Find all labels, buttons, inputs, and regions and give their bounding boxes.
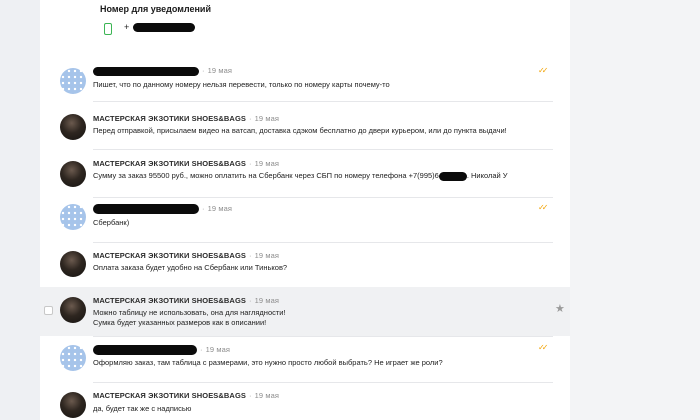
message-header: · 19 мая	[93, 204, 233, 215]
message-date: 19 мая	[254, 391, 280, 400]
message-item[interactable]: · 19 мая Оформляю заказ, там таблица с ра…	[40, 339, 570, 383]
message-header: МАСТЕРСКАЯ ЭКЗОТИКИ SHOES&BAGS · 19 мая	[93, 296, 280, 305]
select-checkbox[interactable]	[44, 306, 53, 315]
message-item[interactable]: МАСТЕРСКАЯ ЭКЗОТИКИ SHOES&BAGS · 19 мая Пе…	[40, 106, 570, 150]
sender-name: МАСТЕРСКАЯ ЭКЗОТИКИ SHOES&BAGS	[93, 296, 246, 305]
message-text: да, будет так же с надписью	[93, 404, 192, 413]
phone-prefix: +	[124, 22, 130, 32]
redacted-sender-name	[93, 345, 197, 356]
star-icon[interactable]: ★	[555, 302, 565, 315]
message-date: 19 мая	[207, 204, 233, 213]
message-header: · 19 мая	[93, 66, 232, 76]
redacted-phone	[132, 23, 195, 33]
notification-phone: +	[124, 22, 195, 33]
message-header: · 19 мая	[93, 345, 231, 356]
message-item[interactable]: МАСТЕРСКАЯ ЭКЗОТИКИ SHOES&BAGS · 19 мая Оп…	[40, 245, 570, 287]
message-divider	[93, 197, 553, 198]
message-date: 19 мая	[207, 66, 233, 75]
sender-name: МАСТЕРСКАЯ ЭКЗОТИКИ SHOES&BAGS	[93, 114, 246, 123]
message-item-selected[interactable]: МАСТЕРСКАЯ ЭКЗОТИКИ SHOES&BAGS · 19 мая Мо…	[40, 287, 570, 336]
message-date: 19 мая	[205, 345, 231, 354]
avatar[interactable]	[60, 297, 86, 323]
message-item[interactable]: · 19 мая Пишет, что по данному номеру нел…	[40, 60, 570, 102]
avatar[interactable]	[60, 204, 86, 230]
sender-name: МАСТЕРСКАЯ ЭКЗОТИКИ SHOES&BAGS	[93, 251, 246, 260]
message-divider	[93, 149, 553, 150]
phone-icon	[104, 23, 112, 35]
message-text: Пишет, что по данному номеру нельзя пере…	[93, 80, 390, 89]
read-checkmark-icon: ✓✓	[538, 203, 549, 212]
avatar[interactable]	[60, 68, 86, 94]
sender-name: МАСТЕРСКАЯ ЭКЗОТИКИ SHOES&BAGS	[93, 391, 246, 400]
message-text: Оформляю заказ, там таблица с размерами,…	[93, 358, 443, 367]
message-text-line: Сумка будет указанных размеров как в опи…	[93, 318, 267, 327]
right-background	[570, 0, 700, 420]
message-text-part: . Николай У	[466, 171, 508, 180]
message-header: МАСТЕРСКАЯ ЭКЗОТИКИ SHOES&BAGS · 19 мая	[93, 114, 280, 123]
message-text-part: Сумму за заказ 95500 руб., можно оплатит…	[93, 171, 439, 180]
message-text: Сумму за заказ 95500 руб., можно оплатит…	[93, 170, 508, 181]
message-date: 19 мая	[254, 159, 280, 168]
redacted-sender-name	[93, 204, 199, 215]
sender-name: МАСТЕРСКАЯ ЭКЗОТИКИ SHOES&BAGS	[93, 159, 246, 168]
read-checkmark-icon: ✓✓	[538, 66, 549, 75]
message-text: Перед отправкой, присылаем видео на ватс…	[93, 126, 507, 135]
message-divider	[93, 242, 553, 243]
message-item[interactable]: · 19 мая Сбербанк) ✓✓	[40, 200, 570, 244]
message-date: 19 мая	[254, 296, 280, 305]
avatar[interactable]	[60, 345, 86, 371]
message-date: 19 мая	[254, 251, 280, 260]
message-text: Оплата заказа будет удобно на Сбербанк и…	[93, 263, 288, 272]
message-header: МАСТЕРСКАЯ ЭКЗОТИКИ SHOES&BAGS · 19 мая	[93, 391, 280, 400]
avatar[interactable]	[60, 392, 86, 418]
read-checkmark-icon: ✓✓	[538, 343, 549, 352]
message-item[interactable]: МАСТЕРСКАЯ ЭКЗОТИКИ SHOES&BAGS · 19 мая да…	[40, 385, 570, 420]
message-divider	[93, 101, 553, 102]
message-text: Сбербанк)	[93, 218, 130, 227]
message-item[interactable]: МАСТЕРСКАЯ ЭКЗОТИКИ SHOES&BAGS · 19 мая Су…	[40, 153, 570, 197]
message-header: МАСТЕРСКАЯ ЭКЗОТИКИ SHOES&BAGS · 19 мая	[93, 251, 280, 260]
notification-section: Номер для уведомлений	[100, 4, 211, 14]
avatar[interactable]	[60, 114, 86, 140]
avatar[interactable]	[60, 161, 86, 187]
message-header: МАСТЕРСКАЯ ЭКЗОТИКИ SHOES&BAGS · 19 мая	[93, 159, 280, 168]
avatar[interactable]	[60, 251, 86, 277]
notification-title: Номер для уведомлений	[100, 4, 212, 14]
redacted-phone	[438, 171, 467, 181]
redacted-sender-name	[93, 66, 199, 76]
message-divider	[93, 336, 553, 337]
message-divider	[93, 382, 553, 383]
message-date: 19 мая	[254, 114, 280, 123]
